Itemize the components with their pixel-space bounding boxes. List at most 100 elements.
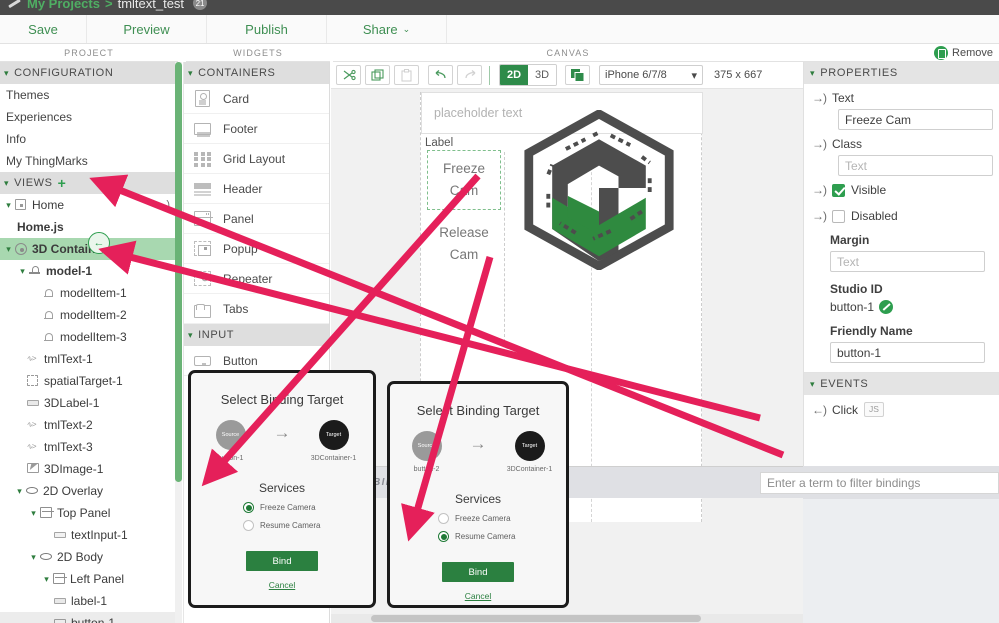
binding-in-icon[interactable]: →) bbox=[812, 91, 826, 105]
tree-item-button-1[interactable]: button-1 bbox=[0, 612, 178, 623]
tree-label: Home bbox=[32, 198, 64, 212]
tree-item-home[interactable]: ▾ Home →) bbox=[0, 194, 178, 216]
open-view-icon[interactable]: →) bbox=[155, 199, 170, 211]
margin-property-input[interactable]: Text bbox=[830, 251, 985, 272]
layers-button[interactable] bbox=[565, 65, 590, 85]
tree-item-2d-body[interactable]: ▾ 2D Body bbox=[0, 546, 178, 568]
widget-tabs[interactable]: Tabs bbox=[184, 294, 329, 324]
tree-item-label-1[interactable]: label-1 bbox=[0, 590, 178, 612]
tree-item-3dimage-1[interactable]: 3DImage-1 bbox=[0, 458, 178, 480]
bind-button[interactable]: Bind bbox=[442, 562, 514, 582]
config-item-my-thingmarks[interactable]: My ThingMarks bbox=[0, 150, 178, 172]
friendly-name-input[interactable]: button-1 bbox=[830, 342, 985, 363]
publish-button[interactable]: Publish bbox=[207, 15, 327, 43]
tree-item-2d-overlay[interactable]: ▾ 2D Overlay bbox=[0, 480, 178, 502]
js-chip[interactable]: JS bbox=[864, 402, 884, 417]
chevron-down-icon[interactable]: ▾ bbox=[3, 244, 14, 255]
target-node[interactable]: Target 3DContainer-1 bbox=[305, 420, 363, 462]
cancel-link[interactable]: Cancel bbox=[191, 580, 373, 590]
tree-item-tmltext-2[interactable]: ∿> tmlText-2 bbox=[0, 414, 178, 436]
tree-item-top-panel[interactable]: ▾ Top Panel bbox=[0, 502, 178, 524]
preview-button[interactable]: Preview bbox=[87, 15, 207, 43]
share-button[interactable]: Share ⌄ bbox=[327, 15, 447, 43]
cancel-link[interactable]: Cancel bbox=[390, 591, 566, 601]
chevron-down-icon[interactable]: ▾ bbox=[14, 486, 25, 497]
chevron-down-icon[interactable]: ▾ bbox=[3, 200, 14, 211]
tree-item-spatialtarget-1[interactable]: spatialTarget-1 bbox=[0, 370, 178, 392]
properties-section-header[interactable]: ▾ PROPERTIES bbox=[804, 62, 999, 84]
views-section-header[interactable]: ▾ VIEWS + bbox=[0, 172, 178, 194]
radio-icon[interactable] bbox=[243, 520, 254, 531]
disabled-checkbox[interactable] bbox=[832, 210, 845, 223]
binding-out-icon[interactable]: ←) bbox=[812, 403, 826, 417]
bindings-filter-input[interactable]: Enter a term to filter bindings bbox=[760, 472, 999, 494]
canvas-horizontal-scrollbar[interactable] bbox=[331, 614, 803, 623]
widget-grid-layout[interactable]: Grid Layout bbox=[184, 144, 329, 174]
widget-header[interactable]: Header bbox=[184, 174, 329, 204]
binding-in-icon[interactable]: →) bbox=[812, 183, 826, 197]
config-item-themes[interactable]: Themes bbox=[0, 84, 178, 106]
service-option-freeze[interactable]: Freeze Camera bbox=[438, 513, 566, 524]
config-item-info[interactable]: Info bbox=[0, 128, 178, 150]
breadcrumb-my-projects[interactable]: My Projects bbox=[27, 0, 100, 11]
source-node[interactable]: Source button-1 bbox=[202, 420, 260, 462]
widget-footer[interactable]: Footer bbox=[184, 114, 329, 144]
redo-button[interactable] bbox=[457, 65, 482, 85]
view-mode-3d[interactable]: 3D bbox=[528, 65, 556, 85]
widget-popup[interactable]: Popup bbox=[184, 234, 329, 264]
binding-in-icon[interactable]: →) bbox=[812, 137, 826, 151]
project-panel-scrollbar[interactable] bbox=[175, 62, 182, 482]
cut-button[interactable] bbox=[336, 65, 361, 85]
config-item-experiences[interactable]: Experiences bbox=[0, 106, 178, 128]
service-option-freeze[interactable]: Freeze Camera bbox=[243, 502, 373, 513]
preview-button-2[interactable]: Release Cam bbox=[427, 214, 501, 274]
input-section-header[interactable]: ▾ INPUT bbox=[184, 324, 329, 346]
tree-item-home-js[interactable]: Home.js bbox=[0, 216, 178, 238]
tree-item-model-1[interactable]: ▾ model-1 bbox=[0, 260, 178, 282]
chevron-down-icon[interactable]: ▾ bbox=[28, 552, 39, 563]
tree-item-tmltext-3[interactable]: ∿> tmlText-3 bbox=[0, 436, 178, 458]
tree-item-modelitem-3[interactable]: modelItem-3 bbox=[0, 326, 178, 348]
radio-icon[interactable] bbox=[438, 513, 449, 524]
widget-panel[interactable]: Panel bbox=[184, 204, 329, 234]
tree-item-tmltext-1[interactable]: ∿> tmlText-1 bbox=[0, 348, 178, 370]
undo-button[interactable] bbox=[428, 65, 453, 85]
preview-button-1[interactable]: Freeze Cam bbox=[427, 150, 501, 210]
copy-button[interactable] bbox=[365, 65, 390, 85]
tree-item-modelitem-2[interactable]: modelItem-2 bbox=[0, 304, 178, 326]
event-click[interactable]: ←) Click JS bbox=[804, 395, 999, 417]
binding-in-icon[interactable]: →) bbox=[812, 209, 826, 223]
selected-element-indicator-icon[interactable]: ← bbox=[88, 232, 110, 254]
edit-icon[interactable] bbox=[879, 300, 893, 314]
bind-button[interactable]: Bind bbox=[246, 551, 318, 571]
paste-button[interactable] bbox=[394, 65, 419, 85]
class-property-input[interactable]: Text bbox=[838, 155, 993, 176]
visible-checkbox[interactable] bbox=[832, 184, 845, 197]
widget-card[interactable]: Card bbox=[184, 84, 329, 114]
radio-icon[interactable] bbox=[243, 502, 254, 513]
view-mode-toggle[interactable]: 2D 3D bbox=[499, 64, 557, 86]
chevron-down-icon[interactable]: ▾ bbox=[41, 574, 52, 585]
notification-badge[interactable]: 21 bbox=[193, 0, 207, 10]
text-property-input[interactable]: Freeze Cam bbox=[838, 109, 993, 130]
view-mode-2d[interactable]: 2D bbox=[500, 65, 528, 85]
tree-item-textinput-1[interactable]: textInput-1 bbox=[0, 524, 178, 546]
chevron-down-icon[interactable]: ▾ bbox=[17, 266, 28, 277]
add-view-icon[interactable]: + bbox=[58, 175, 67, 191]
events-section-header[interactable]: ▾ EVENTS bbox=[804, 373, 999, 395]
service-option-resume[interactable]: Resume Camera bbox=[243, 520, 373, 531]
radio-icon[interactable] bbox=[438, 531, 449, 542]
target-node[interactable]: Target 3DContainer-1 bbox=[501, 431, 559, 473]
device-select[interactable]: iPhone 6/7/8 ▾ bbox=[599, 65, 703, 85]
tree-item-modelitem-1[interactable]: modelItem-1 bbox=[0, 282, 178, 304]
tree-item-left-panel[interactable]: ▾ Left Panel bbox=[0, 568, 178, 590]
chevron-down-icon[interactable]: ▾ bbox=[28, 508, 39, 519]
service-option-resume[interactable]: Resume Camera bbox=[438, 531, 566, 542]
configuration-section-header[interactable]: ▾ CONFIGURATION bbox=[0, 62, 178, 84]
widget-repeater[interactable]: Repeater bbox=[184, 264, 329, 294]
source-node[interactable]: Source button-2 bbox=[398, 431, 456, 473]
remove-button[interactable]: Remove bbox=[934, 46, 993, 60]
containers-section-header[interactable]: ▾ CONTAINERS bbox=[184, 62, 329, 84]
save-button[interactable]: Save bbox=[0, 15, 87, 43]
tree-item-3dlabel-1[interactable]: 3DLabel-1 bbox=[0, 392, 178, 414]
